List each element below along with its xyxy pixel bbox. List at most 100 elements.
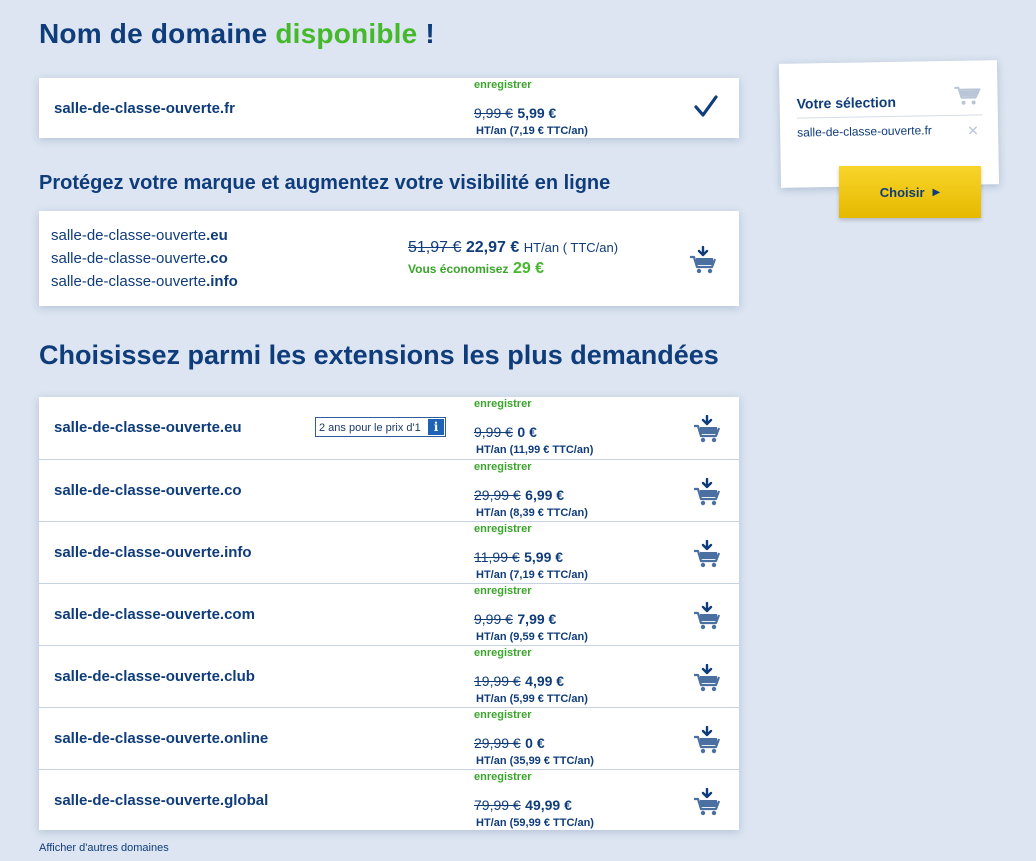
promo-badge-label: 2 ans pour le prix d'1 <box>319 422 421 434</box>
show-more-domains-link[interactable]: Afficher d'autres domaines <box>39 842 169 854</box>
extension-domain-name: salle-de-classe-ouverte.global <box>54 792 269 809</box>
price-detail: HT/an (9,59 € TTC/an) <box>476 631 588 643</box>
old-price: 29,99 € <box>474 487 521 503</box>
price-detail: HT/an (35,99 € TTC/an) <box>476 755 594 767</box>
title-prefix: Nom de domaine <box>39 18 268 49</box>
add-to-cart-icon[interactable] <box>692 539 722 568</box>
available-domain-name: salle-de-classe-ouverte.fr <box>54 100 235 117</box>
new-price: 5,99 € <box>524 549 564 565</box>
bundle-domain-base: salle-de-classe-ouverte <box>51 273 207 290</box>
new-price: 49,99 € <box>525 797 572 813</box>
extension-domain-name: salle-de-classe-ouverte.club <box>54 668 255 685</box>
extension-row: salle-de-classe-ouverte.global enregistre… <box>39 769 739 832</box>
price-detail: HT/an (7,19 € TTC/an) <box>476 569 588 581</box>
add-to-cart-icon[interactable] <box>688 245 718 274</box>
extension-row: salle-de-classe-ouverte.info enregistrer 1… <box>39 521 739 584</box>
new-price: 0 € <box>517 424 537 440</box>
extension-row: salle-de-classe-ouverte.eu 2 ans pour le … <box>39 397 739 459</box>
price: 11,99 € 5,99 € <box>474 549 563 567</box>
price-detail: HT/an (8,39 € TTC/an) <box>476 507 588 519</box>
savings-label: Vous économisez <box>408 262 509 276</box>
price: 29,99 € 6,99 € <box>474 487 564 505</box>
extension-domain-name: salle-de-classe-ouverte.com <box>54 606 255 623</box>
price: 29,99 € 0 € <box>474 735 545 753</box>
price-detail: HT/an (59,99 € TTC/an) <box>476 817 594 829</box>
extension-domain-name: salle-de-classe-ouverte.co <box>54 482 242 499</box>
register-label: enregistrer <box>474 523 532 535</box>
selection-title: Votre sélection <box>796 93 897 112</box>
price: 19,99 € 4,99 € <box>474 673 564 691</box>
price-detail: HT/an (5,99 € TTC/an) <box>476 693 588 705</box>
bundle-price-unit: HT/an ( TTC/an) <box>523 240 619 255</box>
register-label: enregistrer <box>474 461 532 473</box>
register-label: enregistrer <box>474 647 532 659</box>
register-label: enregistrer <box>474 79 532 91</box>
bundle-domain-ext: .co <box>206 250 228 267</box>
add-to-cart-icon[interactable] <box>692 663 722 692</box>
cart-icon <box>953 82 982 111</box>
page-title: Nom de domaine disponible ! <box>39 18 435 50</box>
savings-amount: 29 € <box>512 260 545 277</box>
old-price: 19,99 € <box>474 673 521 689</box>
old-price: 11,99 € <box>474 549 520 565</box>
promo-badge[interactable]: 2 ans pour le prix d'1 i <box>315 417 446 437</box>
extension-row: salle-de-classe-ouverte.com enregistrer 9,… <box>39 583 739 646</box>
new-price: 0 € <box>525 735 545 751</box>
title-suffix: ! <box>425 18 435 49</box>
title-highlight: disponible <box>275 18 418 49</box>
old-price: 79,99 € <box>474 797 521 813</box>
price: 9,99 € 5,99 € <box>474 105 556 123</box>
price: 9,99 € 7,99 € <box>474 611 556 629</box>
selected-domain: salle-de-classe-ouverte.fr <box>797 123 932 140</box>
register-label: enregistrer <box>474 585 532 597</box>
bundle-domain-ext: .eu <box>206 227 228 244</box>
bundle-savings: Vous économisez 29 € <box>408 260 544 278</box>
bundle-domain-co: salle-de-classe-ouverte.co <box>51 250 228 267</box>
bundle-old-price: 51,97 € <box>408 239 462 256</box>
old-price: 9,99 € <box>474 424 513 440</box>
close-icon[interactable]: ✕ <box>967 122 979 139</box>
new-price: 6,99 € <box>525 487 565 503</box>
extension-domain-name: salle-de-classe-ouverte.eu <box>54 419 242 436</box>
register-label: enregistrer <box>474 398 532 410</box>
extensions-list: salle-de-classe-ouverte.eu 2 ans pour le … <box>39 397 739 830</box>
register-label: enregistrer <box>474 709 532 721</box>
old-price: 9,99 € <box>474 611 513 627</box>
bundle-domain-info: salle-de-classe-ouverte.info <box>51 273 238 290</box>
add-to-cart-icon[interactable] <box>692 787 722 816</box>
bundle-domain-ext: .info <box>206 273 238 290</box>
bundle-domain-base: salle-de-classe-ouverte <box>51 227 207 244</box>
price: 79,99 € 49,99 € <box>474 797 572 815</box>
info-icon: i <box>428 419 444 435</box>
caret-right-icon: ▶ <box>932 186 941 198</box>
extensions-title: Choisissez parmi les extensions les plus… <box>39 340 719 370</box>
add-to-cart-icon[interactable] <box>692 601 722 630</box>
price: 9,99 € 0 € <box>474 424 537 442</box>
old-price: 29,99 € <box>474 735 521 751</box>
new-price: 5,99 € <box>517 105 557 121</box>
available-domain-card: salle-de-classe-ouverte.fr enregistrer 9… <box>39 78 739 138</box>
extension-row: salle-de-classe-ouverte.club enregistrer 1… <box>39 645 739 708</box>
bundle-domain-base: salle-de-classe-ouverte <box>51 250 207 267</box>
bundle-new-price: 22,97 € <box>465 239 520 256</box>
new-price: 7,99 € <box>517 611 557 627</box>
extension-row: salle-de-classe-ouverte.co enregistrer 29,… <box>39 459 739 522</box>
bundle-price: 51,97 € 22,97 € HT/an ( TTC/an) <box>408 239 618 257</box>
old-price: 9,99 € <box>474 105 513 121</box>
choose-button[interactable]: Choisir ▶ <box>839 166 981 218</box>
price-detail: HT/an (7,19 € TTC/an) <box>476 125 588 137</box>
extension-domain-name: salle-de-classe-ouverte.info <box>54 544 252 561</box>
selection-divider <box>796 114 983 119</box>
add-to-cart-icon[interactable] <box>692 414 722 443</box>
add-to-cart-icon[interactable] <box>692 477 722 506</box>
bundle-title: Protégez votre marque et augmentez votre… <box>39 172 611 194</box>
add-to-cart-icon[interactable] <box>692 725 722 754</box>
new-price: 4,99 € <box>525 673 565 689</box>
register-label: enregistrer <box>474 771 532 783</box>
checkmark-icon[interactable] <box>693 94 719 120</box>
extension-row: salle-de-classe-ouverte.online enregistre… <box>39 707 739 770</box>
choose-button-label: Choisir <box>879 184 925 200</box>
bundle-domain-eu: salle-de-classe-ouverte.eu <box>51 227 228 244</box>
price-detail: HT/an (11,99 € TTC/an) <box>476 444 594 456</box>
bundle-card: salle-de-classe-ouverte.eu salle-de-clas… <box>39 211 739 306</box>
